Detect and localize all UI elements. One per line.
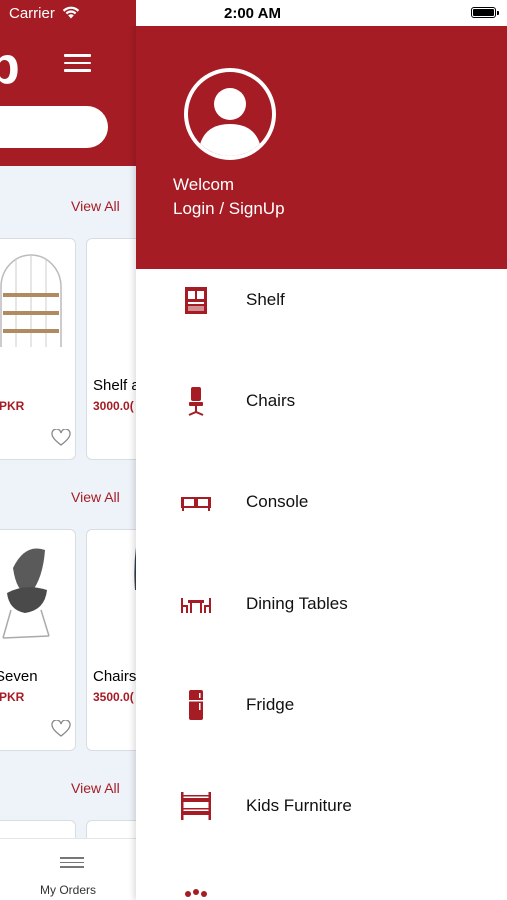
orders-icon[interactable]	[60, 857, 84, 871]
drawer-header: Welcom Login / SignUp	[136, 26, 507, 269]
drawer-item-label: Chairs	[246, 391, 296, 410]
product-image	[2, 548, 50, 639]
side-drawer: Welcom Login / SignUp Shelf Chairs Conso…	[136, 0, 507, 900]
my-orders-tab[interactable]: My Orders	[40, 883, 96, 897]
status-time: 2:00 AM	[224, 5, 281, 22]
heart-icon[interactable]	[51, 720, 71, 738]
drawer-item-console[interactable]: Console	[136, 472, 507, 532]
product-name: Shelf a	[93, 377, 136, 394]
wifi-icon	[62, 6, 80, 19]
background-app: p View All PKR Shelf a 3000.0( View All	[0, 0, 136, 900]
hamburger-menu-icon[interactable]	[64, 54, 91, 72]
heart-icon[interactable]	[51, 429, 71, 447]
drawer-item-dining-tables[interactable]: Dining Tables	[136, 574, 507, 634]
drawer-item-label: Dining Tables	[246, 594, 348, 613]
bunk-bed-icon	[181, 792, 211, 820]
product-card[interactable]: Shelf a 3000.0(	[86, 238, 136, 460]
product-image	[0, 254, 62, 347]
drawer-item-fridge[interactable]: Fridge	[136, 675, 507, 735]
avatar-icon[interactable]	[184, 68, 276, 160]
view-all-link[interactable]: View All	[71, 780, 120, 796]
chair-icon	[188, 387, 204, 416]
drawer-item-label: Console	[246, 492, 309, 511]
bottom-nav: My Orders	[0, 838, 136, 900]
product-name: Seven	[0, 668, 38, 685]
carrier-label: Carrier	[9, 5, 55, 22]
dining-table-icon	[181, 598, 211, 613]
login-signup-link[interactable]: Login / SignUp	[173, 199, 285, 219]
more-category-icon	[185, 889, 207, 897]
product-card[interactable]: PKR	[0, 238, 76, 460]
product-price: PKR	[0, 690, 25, 704]
view-all-link[interactable]: View All	[71, 489, 120, 505]
fridge-icon	[189, 690, 203, 720]
drawer-item-label: Fridge	[246, 695, 295, 714]
product-price: 3500.0(	[93, 690, 134, 704]
welcome-text: Welcom	[173, 175, 235, 194]
shelf-icon	[185, 287, 207, 314]
app-logo: p	[0, 37, 20, 95]
product-price: 3000.0(	[93, 399, 134, 413]
drawer-item-chairs[interactable]: Chairs	[136, 371, 507, 431]
drawer-item-label: Kids Furniture	[246, 796, 352, 815]
product-card[interactable]: Seven PKR	[0, 529, 76, 751]
product-price: PKR	[0, 399, 25, 413]
view-all-link[interactable]: View All	[71, 198, 120, 214]
drawer-item-kids-furniture[interactable]: Kids Furniture	[136, 776, 507, 836]
battery-icon	[471, 7, 499, 18]
console-icon	[181, 497, 211, 511]
drawer-item-label: Shelf	[246, 290, 285, 309]
drawer-item-shelf[interactable]: Shelf	[136, 270, 507, 330]
product-name: Chairs	[93, 668, 136, 685]
search-bar[interactable]	[0, 106, 108, 148]
product-card[interactable]: Chairs 3500.0(	[86, 529, 136, 751]
status-bar: Carrier 2:00 AM	[0, 0, 507, 26]
